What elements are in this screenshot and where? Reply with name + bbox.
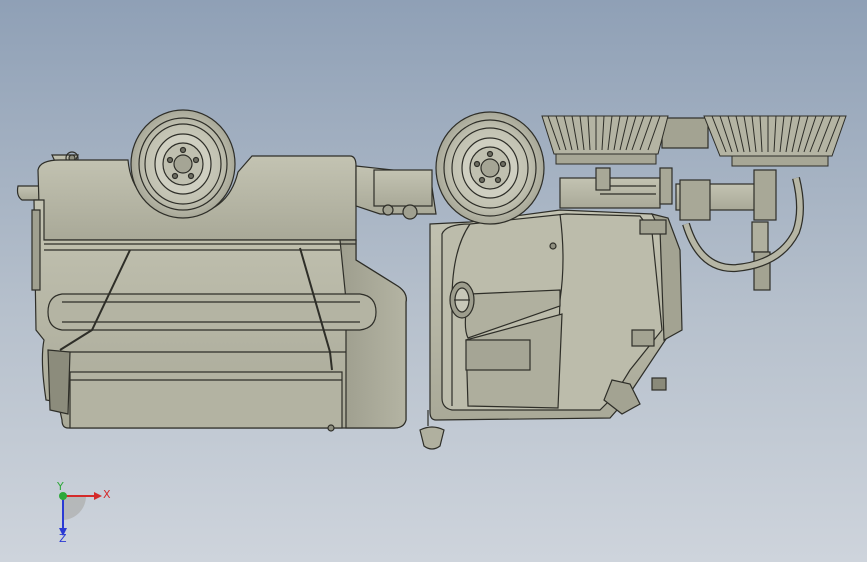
- tank-side-face: [339, 239, 407, 429]
- wheel-left: [130, 109, 236, 219]
- z-axis-label: Z: [59, 532, 67, 544]
- brush-right: [703, 115, 847, 167]
- right-body-assembly: [419, 209, 683, 450]
- y-axis-label: Y: [56, 482, 64, 493]
- triad-shade: [63, 496, 87, 520]
- model-drawing[interactable]: [0, 0, 867, 562]
- tank-groove: [47, 293, 377, 331]
- y-axis-dot: [59, 492, 67, 500]
- axis-triad[interactable]: X Y Z: [48, 482, 118, 544]
- x-axis-label: X: [103, 488, 111, 501]
- wheel-right: [435, 111, 545, 225]
- cad-viewport[interactable]: X Y Z: [0, 0, 867, 562]
- brush-left: [541, 115, 669, 165]
- connecting-arm: [355, 165, 437, 220]
